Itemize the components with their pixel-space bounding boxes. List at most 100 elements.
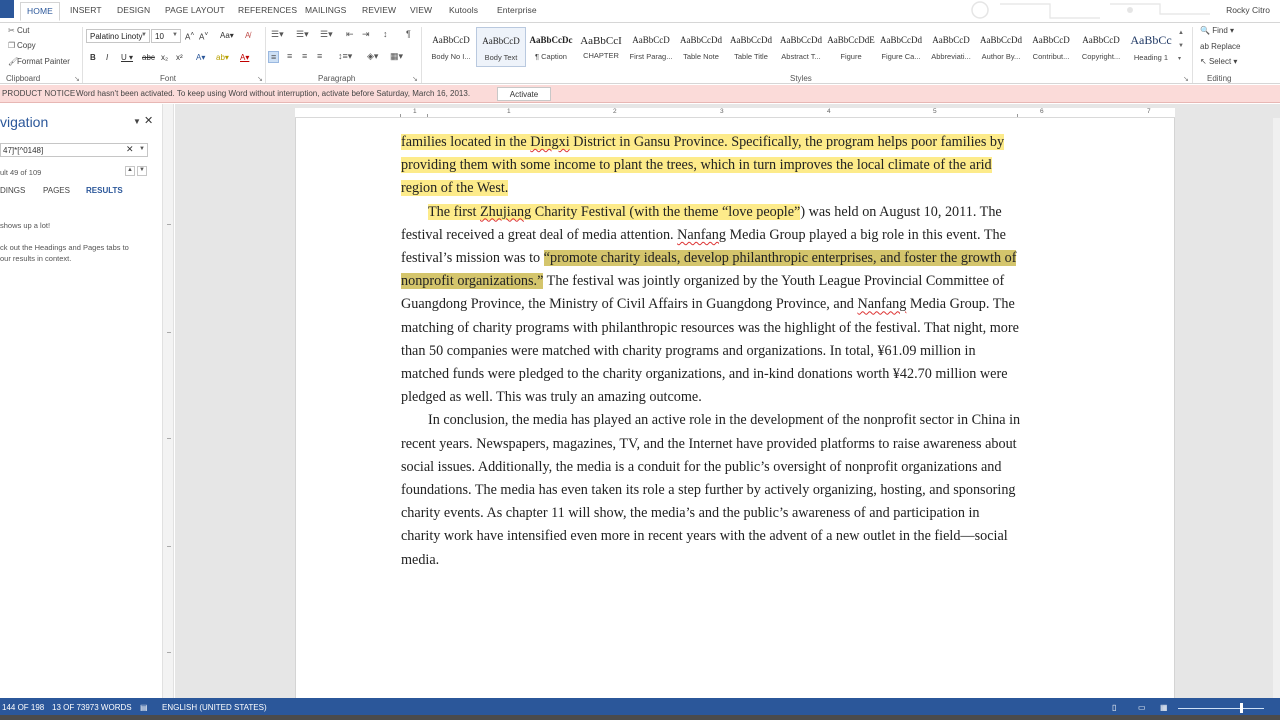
vertical-ruler[interactable] [162,104,174,698]
document-body[interactable]: families located in the Dingxi District … [401,131,1021,572]
style-copyright[interactable]: AaBbCcD Copyright... [1076,27,1126,67]
style-figure-caption[interactable]: AaBbCcDd Figure Ca... [876,27,926,67]
zoom-slider-thumb[interactable] [1239,703,1243,713]
format-painter-button[interactable]: 🖌Format Painter [8,57,70,66]
chevron-up-icon[interactable]: ▲ [1178,27,1186,40]
clear-formatting-icon[interactable]: A̸ [245,31,250,40]
tab-results[interactable]: RESULTS [86,186,123,195]
align-left-button[interactable]: ≡ [268,51,280,63]
align-center-button[interactable]: ≡ [287,51,292,61]
indent-marker[interactable] [400,114,401,117]
vertical-scrollbar[interactable] [1273,118,1280,698]
style-figure[interactable]: AaBbCcDdE Figure [826,27,876,67]
sort-button[interactable]: ↕ [383,29,388,39]
tab-view[interactable]: VIEW [410,5,432,15]
tab-review[interactable]: REVIEW [362,5,396,15]
right-indent-marker[interactable] [1017,114,1018,117]
document-page[interactable]: families located in the Dingxi District … [295,118,1175,698]
style-body-no-indent[interactable]: AaBbCcD Body No I... [426,27,476,67]
font-name-combo[interactable]: Palatino Linoty ▼ [86,29,150,43]
paragraph-group-label: Paragraph [318,74,356,83]
change-case-button[interactable]: Aa▾ [220,31,234,40]
chevron-down-icon[interactable]: ▼ [1178,40,1186,53]
line-spacing-button[interactable]: ↕≡▾ [338,51,352,62]
strikethrough-button[interactable]: abc [142,53,155,62]
search-options-chevron-icon[interactable]: ▼ [139,146,145,152]
editing-group-label: Editing [1207,74,1232,83]
grow-font-button[interactable]: A˄ [185,31,194,42]
word-count[interactable]: 13 OF 73973 WORDS [52,703,132,712]
horizontal-ruler[interactable]: 1 1 2 3 4 5 6 7 [295,108,1175,118]
print-layout-icon[interactable]: ▭ [1138,703,1146,712]
clear-search-icon[interactable]: ✕ [126,144,134,155]
style-contributor[interactable]: AaBbCcD Contribut... [1026,27,1076,67]
styles-scroll[interactable]: ▲ ▼ ▾ [1178,27,1186,67]
tab-insert[interactable]: INSERT [70,5,102,15]
proofing-icon[interactable]: ▤ [140,703,148,712]
style-caption[interactable]: AaBbCcDc ¶ Caption [526,27,576,67]
increase-indent-button[interactable]: ⇥ [362,29,370,40]
first-line-indent-marker[interactable] [427,114,428,117]
style-table-title[interactable]: AaBbCcDd Table Title [726,27,776,67]
multilevel-list-button[interactable]: ☰▾ [320,29,333,40]
shrink-font-button[interactable]: A˅ [199,31,208,42]
tab-page-layout[interactable]: PAGE LAYOUT [165,5,225,15]
underline-button[interactable]: U ▾ [121,53,133,62]
previous-result-icon[interactable]: ▲ [125,166,135,176]
web-layout-icon[interactable]: ▦ [1160,703,1168,712]
style-table-note[interactable]: AaBbCcDd Table Note [676,27,726,67]
more-styles-icon[interactable]: ▾ [1178,53,1186,66]
find-button[interactable]: 🔍 Find ▾ [1200,26,1234,35]
style-chapter[interactable]: AaBbCcI CHAPTER [576,27,626,67]
style-abbreviation[interactable]: AaBbCcD Abbreviati... [926,27,976,67]
style-name: Copyright... [1081,52,1121,61]
tab-enterprise[interactable]: Enterprise [497,5,537,15]
read-mode-icon[interactable]: ▯ [1112,703,1116,712]
user-name[interactable]: Rocky Citro [1226,5,1270,15]
paragraph-launcher-icon[interactable]: ↘ [412,75,418,83]
style-author-byline[interactable]: AaBbCcDd Author By... [976,27,1026,67]
zoom-slider[interactable] [1178,708,1264,709]
font-color-button[interactable]: A▾ [240,53,249,62]
style-heading-1[interactable]: AaBbCc Heading 1 [1126,27,1176,67]
borders-button[interactable]: ▦▾ [390,51,403,62]
activate-button[interactable]: Activate [497,87,551,101]
tab-design[interactable]: DESIGN [117,5,150,15]
tab-pages[interactable]: PAGES [43,186,70,195]
clipboard-launcher-icon[interactable]: ↘ [74,75,80,83]
subscript-button[interactable]: x₂ [161,53,168,62]
shading-button[interactable]: ◈▾ [367,51,378,62]
numbering-button[interactable]: ☰▾ [296,29,309,40]
style-abstract-title[interactable]: AaBbCcDd Abstract T... [776,27,826,67]
styles-launcher-icon[interactable]: ↘ [1183,75,1189,83]
style-first-paragraph[interactable]: AaBbCcD First Parag... [626,27,676,67]
close-icon[interactable]: ✕ [144,114,153,127]
decrease-indent-button[interactable]: ⇤ [346,29,354,40]
copy-button[interactable]: ❐ Copy [8,41,36,50]
replace-button[interactable]: ab Replace [1200,42,1241,51]
tab-references[interactable]: REFERENCES [238,5,297,15]
select-button[interactable]: ↖ Select ▾ [1200,57,1237,66]
pane-options-chevron-icon[interactable]: ▼ [133,117,141,126]
bullets-button[interactable]: ☰▾ [271,29,284,40]
font-size-combo[interactable]: 10 ▼ [151,29,181,43]
cut-button[interactable]: ✂ Cut [8,26,29,35]
tab-headings[interactable]: DINGS [0,186,25,195]
tab-home[interactable]: HOME [20,2,60,21]
text-effects-button[interactable]: A▾ [196,53,205,62]
font-launcher-icon[interactable]: ↘ [257,75,263,83]
italic-button[interactable]: I [106,53,108,62]
style-body-text[interactable]: AaBbCcD Body Text [476,27,526,67]
language-indicator[interactable]: ENGLISH (UNITED STATES) [162,703,267,712]
justify-button[interactable]: ≡ [317,51,322,61]
show-marks-icon[interactable]: ¶ [406,29,411,39]
tab-mailings[interactable]: MAILINGS [305,5,346,15]
tab-kutools[interactable]: Kutools [449,5,478,15]
next-result-icon[interactable]: ▼ [137,166,147,176]
align-right-button[interactable]: ≡ [302,51,307,61]
highlight-color-button[interactable]: ab▾ [216,53,229,62]
file-tab[interactable] [0,0,14,18]
bold-button[interactable]: B [90,53,96,62]
superscript-button[interactable]: x² [176,53,183,62]
page-count[interactable]: 144 OF 198 [2,703,44,712]
